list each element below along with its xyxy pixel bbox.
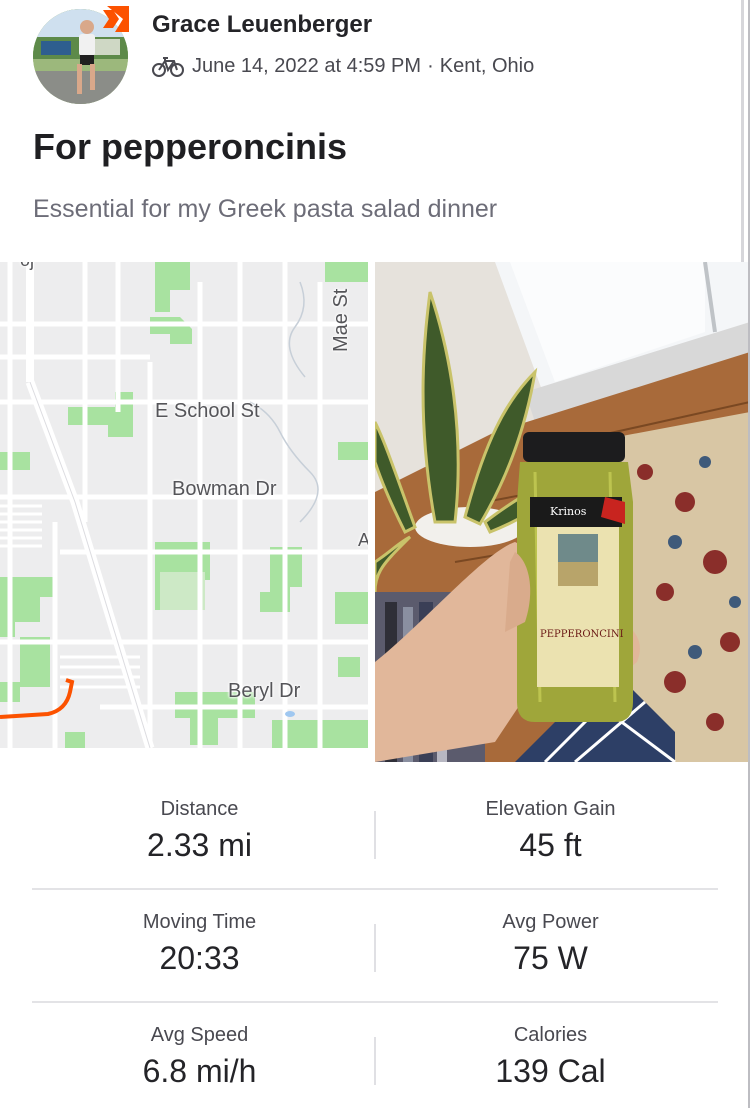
stats-row: Moving Time 20:33 Avg Power 75 W [0,891,750,1004]
stat-avg-speed: Avg Speed 6.8 mi/h [12,1024,387,1090]
row-divider [32,1001,718,1003]
activity-datetime: June 14, 2022 at 4:59 PM [192,54,422,77]
stat-avg-power: Avg Power 75 W [363,911,738,977]
street-label-mae: Mae St [330,288,352,352]
jar-brand: Krinos [550,505,587,518]
activity-description: Essential for my Greek pasta salad dinne… [33,195,498,223]
route-map[interactable]: E School St Bowman Dr Beryl Dr Mae St oj… [0,262,368,748]
jar-label-text: PEPPERONCINI [540,629,624,640]
stat-moving-time: Moving Time 20:33 [12,911,387,977]
row-divider [32,888,718,890]
street-label-school: E School St [155,400,260,422]
stat-value: 139 Cal [495,1053,606,1089]
stat-label: Moving Time [142,911,257,933]
activity-photo[interactable]: Krinos PEPPERONCINI [375,262,750,762]
map-canvas [0,262,368,748]
street-label-bowman: Bowman Dr [172,478,277,500]
street-label-beryl: Beryl Dr [228,680,301,702]
stat-value: 6.8 mi/h [142,1053,257,1089]
scrollbar[interactable] [741,0,744,270]
stat-value: 20:33 [159,940,240,976]
meta-separator: · [427,54,434,77]
stat-label: Distance [160,798,239,820]
stat-label: Avg Power [502,911,599,933]
athlete-name[interactable]: Grace Leuenberger [152,11,372,39]
activity-location: Kent, Ohio [439,54,535,77]
street-label-partial-right: A [358,530,368,550]
stat-value: 45 ft [519,827,582,863]
stats-row: Distance 2.33 mi Elevation Gain 45 ft [0,778,750,891]
street-label-partial-top: oj [20,262,34,271]
activity-title[interactable]: For pepperoncinis [33,126,347,168]
subscriber-badge-icon [103,6,129,32]
activity-meta: June 14, 2022 at 4:59 PM · Kent, Ohio [152,54,534,78]
stat-label: Avg Speed [150,1024,249,1046]
stat-distance: Distance 2.33 mi [12,798,387,864]
stat-calories: Calories 139 Cal [363,1024,738,1090]
stat-label: Elevation Gain [485,798,616,820]
stats-row: Avg Speed 6.8 mi/h Calories 139 Cal [0,1004,750,1117]
jar-lid [523,432,625,462]
stat-elevation-gain: Elevation Gain 45 ft [363,798,738,864]
stat-value: 2.33 mi [147,827,252,863]
stat-label: Calories [513,1024,588,1046]
bike-icon [152,57,184,77]
stat-value: 75 W [513,940,588,976]
activity-card: Grace Leuenberger June 14, 2022 at 4:59 … [0,0,750,1108]
photo-image: Krinos PEPPERONCINI [375,262,750,762]
